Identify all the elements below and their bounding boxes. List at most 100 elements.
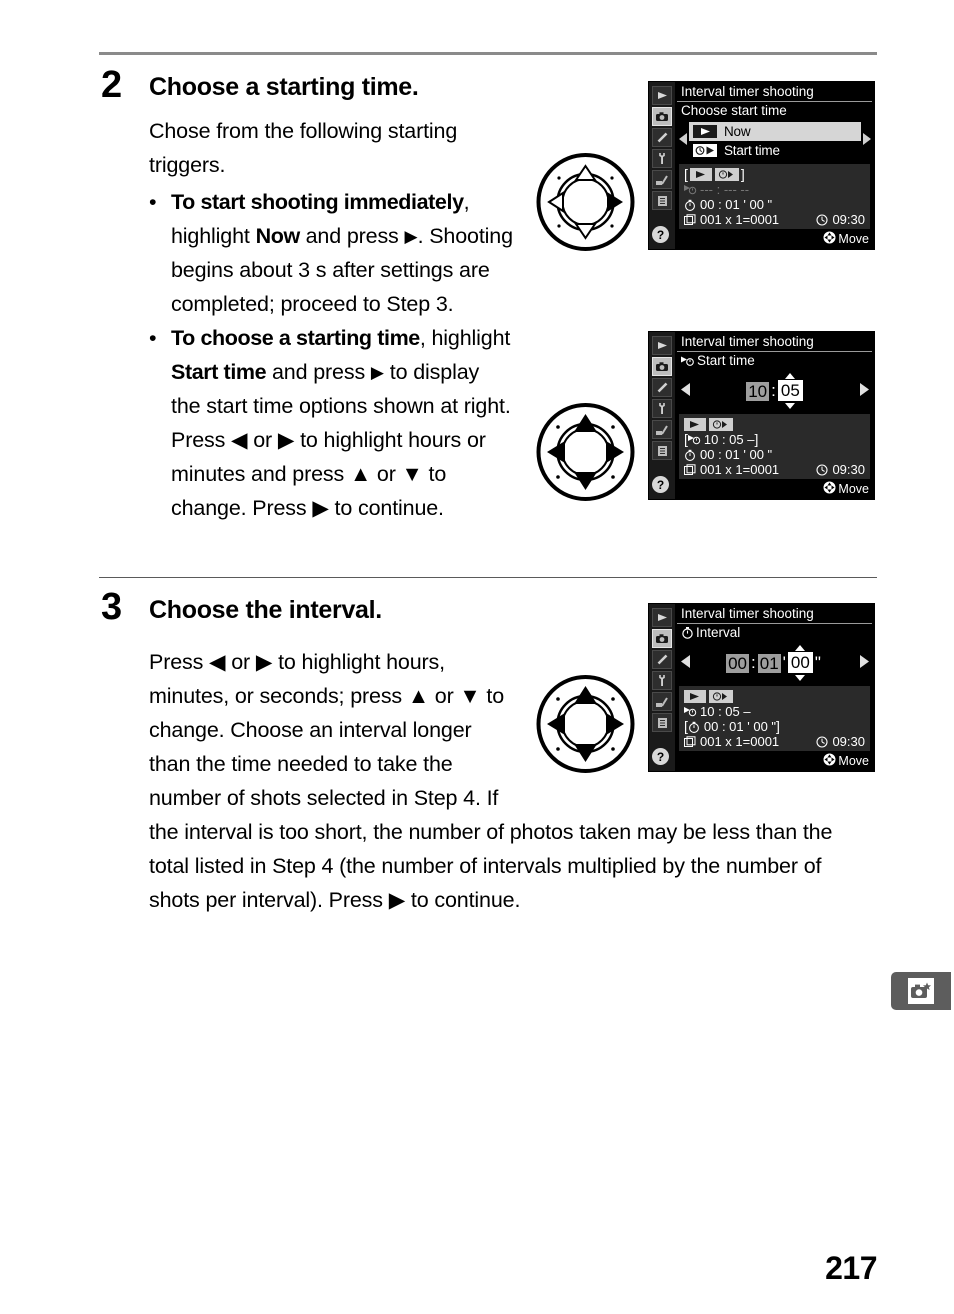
minutes-field[interactable]: 05 [777,380,803,401]
custom-settings-pencil-icon[interactable] [652,128,672,147]
time-separator-colon: : [751,653,756,672]
clock-play-icon [692,144,718,158]
decrement-arrow-icon[interactable] [795,675,806,681]
step-2-title: Choose a starting time. [149,73,419,101]
lcd-content: Interval timer shooting Interval 00 : 01… [675,604,874,771]
multi-selector-icon [823,753,836,769]
interval-clock-icon [684,449,700,461]
retouch-brush-icon[interactable] [652,692,672,711]
menu-item-start-time[interactable]: Start time [689,141,861,160]
shooting-menu-icon[interactable] [652,107,672,126]
playback-icon[interactable] [652,336,672,355]
bullet-2-lead: To choose a starting time [171,326,420,350]
status-start-time-line: 10 : 05 – [684,704,865,719]
status-shots-line: 001 x 1=0001 09:30 [684,212,865,227]
lcd-sidebar: ? [649,332,675,499]
bracket-close: ] [740,166,745,182]
menu-item-now[interactable]: Now [689,122,861,141]
status-interval-value: 00 : 01 ' 00 " [703,719,777,734]
recent-settings-icon[interactable] [652,713,672,732]
step-2-number: 2 [101,64,122,106]
custom-settings-pencil-icon[interactable] [652,650,672,669]
lcd-content: Interval timer shooting Start time 10 : … [675,332,874,499]
bullet-1-lead: To start shooting immediately [171,190,464,214]
recent-settings-icon[interactable] [652,441,672,460]
lcd-footer-label: Move [838,754,869,768]
right-chevron-icon[interactable] [862,132,871,151]
status-shots-value: 001 x 1=0001 [700,212,780,227]
multi-selector-right-only-icon [534,152,637,257]
recent-settings-icon[interactable] [652,191,672,210]
status-interval-line: 00 : 01 ' 00 " [684,447,865,462]
status-mode-line: [ ] [684,167,865,182]
lcd-title: Interval timer shooting [681,606,814,621]
clock-icon [816,463,832,476]
start-time-icon [681,355,695,367]
minutes-field[interactable]: 01 [757,653,781,673]
lcd-title: Interval timer shooting [681,334,814,349]
hours-field[interactable]: 00 [726,653,750,673]
left-chevron-icon[interactable] [679,132,688,151]
lcd-status-box: 10 : 05 – [ 00 : 01 ' 00 " ] 001 x 1=000… [679,686,870,751]
setup-wrench-icon[interactable] [652,399,672,418]
start-time-editor-fields: 10 : 05 [679,372,870,410]
shooting-menu-corner-tab [891,972,951,1010]
playback-icon[interactable] [652,86,672,105]
increment-arrow-icon[interactable] [795,645,806,651]
status-clock-value: 09:30 [832,212,865,227]
right-arrow-glyph: ▶ [370,363,384,382]
setup-wrench-icon[interactable] [652,149,672,168]
decrement-arrow-icon[interactable] [785,403,796,409]
lcd-footer-hint: Move [823,481,869,497]
bullet-2-rest-c: to display the start time options shown … [171,360,511,520]
lcd-start-time-editor: ? Interval timer shooting Start time 10 … [648,331,875,500]
lcd-subtitle-row: Start time [681,352,755,369]
status-start-time-value: 10 : 05 – [703,432,755,447]
lcd-content: Interval timer shooting Choose start tim… [675,82,874,249]
page-number: 217 [825,1250,877,1286]
setup-wrench-icon[interactable] [652,671,672,690]
lcd-sidebar: ? [649,82,675,249]
lcd-choose-start-time: ? Interval timer shooting Choose start t… [648,81,875,250]
start-time-icon [687,434,704,445]
playback-icon[interactable] [652,608,672,627]
bullet-marker: • [149,326,157,350]
status-start-time-line: --- : --- -- [684,182,865,197]
frames-icon [684,213,700,226]
bullet-2-rest-b: and press [266,360,371,384]
lcd-interval-editor: ? Interval timer shooting Interval 00 : … [648,603,875,772]
seconds-field[interactable]: 00 [787,652,813,673]
shooting-menu-icon[interactable] [652,357,672,376]
multi-selector-icon [823,481,836,497]
header-rule [99,52,877,55]
help-question-icon[interactable]: ? [652,226,669,243]
status-interval-value: 00 : 01 ' 00 " [700,447,773,462]
status-interval-line: [ 00 : 01 ' 00 " ] [684,719,865,735]
lcd-subtitle-row: Interval [681,624,740,641]
shooting-menu-camera-star-icon [908,978,934,1004]
menu-item-start-time-label: Start time [724,143,780,158]
shooting-menu-icon[interactable] [652,629,672,648]
menu-item-now-label: Now [724,124,751,139]
bullet-marker: • [149,190,157,214]
interval-editor-fields: 00 : 01 ' 00 " [679,644,870,682]
help-question-icon[interactable]: ? [652,476,669,493]
status-interval-value: 00 : 01 ' 00 " [700,197,773,212]
increment-arrow-icon[interactable] [785,373,796,379]
status-interval-line: 00 : 01 ' 00 " [684,197,865,212]
help-question-icon[interactable]: ? [652,748,669,765]
hours-field[interactable]: 10 [746,381,770,401]
status-mode-line [684,417,865,432]
bullet-1-rest-b: and press [299,224,405,248]
bullet-1-strong-b: Now [255,224,301,248]
retouch-brush-icon[interactable] [652,170,672,189]
section-divider-rule [99,577,877,578]
status-shots-line: 001 x 1=0001 09:30 [684,462,865,477]
retouch-brush-icon[interactable] [652,420,672,439]
lcd-status-box: [ 10 : 05 – ] 00 : 01 ' 00 " 001 x 1=000… [679,414,870,479]
lcd-subtitle: Start time [697,353,755,368]
clock-play-icon [709,418,733,431]
clock-play-icon [714,168,739,181]
custom-settings-pencil-icon[interactable] [652,378,672,397]
lcd-sidebar: ? [649,604,675,771]
